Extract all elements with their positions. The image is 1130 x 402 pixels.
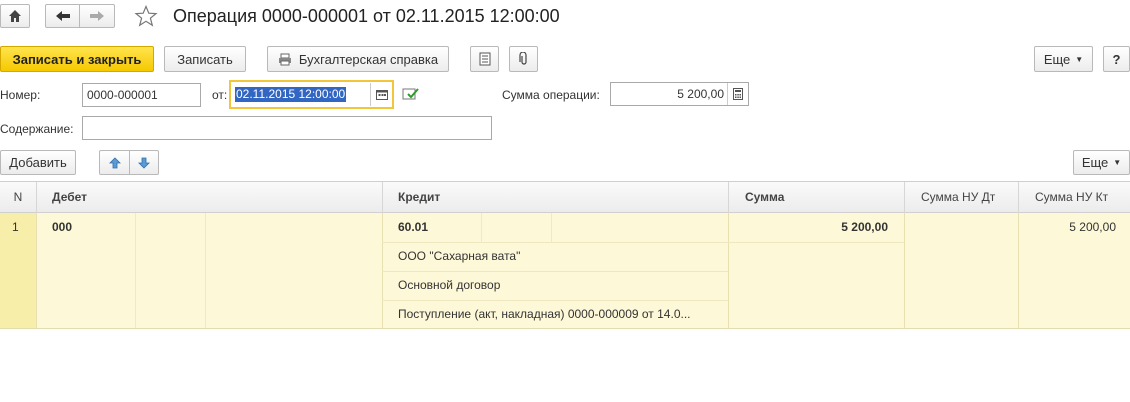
col-divider bbox=[1018, 182, 1019, 213]
paperclip-icon bbox=[518, 52, 527, 65]
header-credit[interactable]: Кредит bbox=[398, 182, 440, 213]
credit-subconto-2[interactable]: Основной договор bbox=[398, 278, 500, 292]
credit-subconto-1[interactable]: ООО "Сахарная вата" bbox=[398, 249, 520, 263]
content-label: Содержание: bbox=[0, 122, 74, 136]
cell-divider bbox=[904, 213, 905, 328]
help-button[interactable]: ? bbox=[1103, 46, 1130, 72]
cell-divider bbox=[135, 213, 136, 328]
content-field[interactable] bbox=[82, 116, 492, 140]
page-title: Операция 0000-000001 от 02.11.2015 12:00… bbox=[173, 6, 560, 26]
col-divider bbox=[36, 182, 37, 213]
cell-divider bbox=[728, 213, 729, 328]
col-divider bbox=[382, 182, 383, 213]
more-button[interactable]: Еще ▼ bbox=[1034, 46, 1093, 72]
cell-divider bbox=[205, 213, 206, 328]
row-divider bbox=[728, 242, 904, 243]
document-button[interactable] bbox=[470, 46, 499, 72]
sum-field[interactable]: 5 200,00 bbox=[610, 82, 749, 106]
attachment-button[interactable] bbox=[509, 46, 538, 72]
favorite-star-icon[interactable] bbox=[134, 4, 158, 27]
row-n: 1 bbox=[12, 220, 19, 234]
table-more-button[interactable]: Еще ▼ bbox=[1073, 150, 1130, 175]
chevron-down-icon: ▼ bbox=[1113, 158, 1122, 167]
posted-status-icon bbox=[402, 86, 420, 102]
cell-divider bbox=[481, 213, 482, 242]
row-sum-nu-kt[interactable]: 5 200,00 bbox=[1069, 220, 1116, 234]
row-divider bbox=[382, 300, 728, 301]
accounting-report-label: Бухгалтерская справка bbox=[298, 51, 439, 67]
row-divider bbox=[382, 271, 728, 272]
document-icon bbox=[479, 52, 490, 66]
col-divider bbox=[904, 182, 905, 213]
cell-divider bbox=[551, 213, 552, 242]
header-n[interactable]: N bbox=[0, 182, 36, 213]
debit-account[interactable]: 000 bbox=[52, 220, 72, 234]
sum-label: Сумма операции: bbox=[502, 88, 600, 102]
number-field[interactable] bbox=[82, 83, 201, 107]
move-down-button[interactable] bbox=[129, 150, 159, 175]
header-sum[interactable]: Сумма bbox=[745, 182, 784, 213]
row-divider bbox=[382, 242, 728, 243]
sum-field-value: 5 200,00 bbox=[677, 87, 724, 101]
table-more-label: Еще bbox=[1081, 155, 1109, 170]
credit-subconto-3[interactable]: Поступление (акт, накладная) 0000-000009… bbox=[398, 307, 691, 321]
header-debit[interactable]: Дебет bbox=[52, 182, 87, 213]
add-row-button[interactable]: Добавить bbox=[0, 150, 76, 175]
back-button[interactable] bbox=[45, 4, 80, 28]
date-field-value: 02.11.2015 12:00:00 bbox=[235, 87, 347, 102]
number-label: Номер: bbox=[0, 88, 41, 102]
more-label: Еще bbox=[1043, 51, 1071, 67]
arrow-up-icon bbox=[108, 156, 121, 168]
home-button[interactable] bbox=[0, 4, 30, 28]
credit-account[interactable]: 60.01 bbox=[398, 220, 428, 234]
home-icon bbox=[9, 10, 21, 22]
move-up-button[interactable] bbox=[99, 150, 130, 175]
save-and-close-button[interactable]: Записать и закрыть bbox=[0, 46, 154, 72]
cell-divider bbox=[36, 213, 37, 328]
printer-icon bbox=[278, 53, 291, 65]
header-sum-nu-dt[interactable]: Сумма НУ Дт bbox=[921, 182, 995, 213]
arrow-down-icon bbox=[138, 157, 150, 169]
calculator-icon[interactable] bbox=[727, 83, 748, 105]
date-field[interactable]: 02.11.2015 12:00:00 bbox=[229, 80, 394, 109]
entries-table: N Дебет Кредит Сумма Сумма НУ Дт Сумма Н… bbox=[0, 181, 1130, 329]
date-label: от: bbox=[212, 88, 228, 102]
cell-divider bbox=[1018, 213, 1019, 328]
save-button[interactable]: Записать bbox=[164, 46, 246, 72]
calendar-icon[interactable] bbox=[370, 83, 393, 106]
accounting-report-button[interactable]: Бухгалтерская справка bbox=[267, 46, 449, 72]
forward-button[interactable] bbox=[79, 4, 115, 28]
header-sum-nu-kt[interactable]: Сумма НУ Кт bbox=[1035, 182, 1108, 213]
col-divider bbox=[728, 182, 729, 213]
arrow-right-icon bbox=[90, 11, 104, 21]
row-sum[interactable]: 5 200,00 bbox=[841, 220, 888, 234]
arrow-left-icon bbox=[55, 11, 70, 21]
table-header: N Дебет Кредит Сумма Сумма НУ Дт Сумма Н… bbox=[0, 181, 1130, 213]
chevron-down-icon: ▼ bbox=[1075, 54, 1084, 64]
